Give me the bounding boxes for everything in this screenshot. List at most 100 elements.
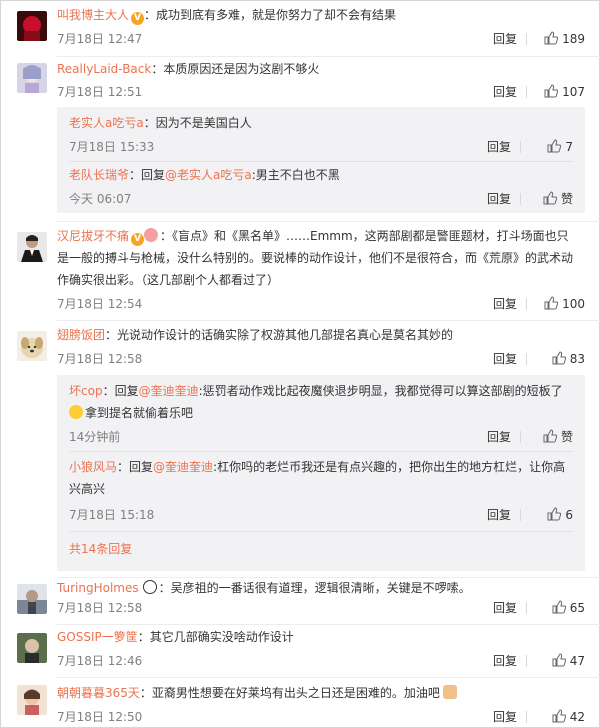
- reply-text: 拿到提名就偷着乐吧: [85, 406, 194, 420]
- thumbs-up-icon: [552, 351, 566, 365]
- like-button[interactable]: 42: [552, 707, 585, 727]
- like-button[interactable]: 189: [544, 29, 585, 49]
- comment-time: 7月18日 12:46: [57, 654, 143, 668]
- separator: [69, 161, 573, 162]
- divider: [526, 298, 527, 310]
- like-button[interactable]: 47: [552, 651, 585, 671]
- reply-button[interactable]: 回复: [493, 29, 517, 49]
- comment-time: 7月18日 12:47: [57, 32, 143, 46]
- comment-time: 7月18日 12:51: [57, 85, 143, 99]
- reply-item: 小狼风马：回复@奎迪奎迪:杠你吗的老烂币我还是有点兴趣的，把你出生的地方杠烂，让…: [69, 455, 573, 527]
- comment-text: ：《盲点》和《黑名单》……Emmm，这两部剧都是警匪题材，打斗场面也只: [160, 229, 569, 243]
- separator: [69, 531, 573, 532]
- mention-link[interactable]: @奎迪奎迪: [153, 460, 213, 474]
- smile-emoji-icon: [69, 405, 83, 419]
- thumbs-up-icon: [544, 296, 559, 310]
- like-count: 100: [562, 297, 585, 311]
- like-button[interactable]: 83: [552, 349, 585, 369]
- reply-button[interactable]: 回复: [487, 427, 511, 447]
- reply-box: 坏cop：回复@奎迪奎迪:惩罚者动作戏比起夜魔侠退步明显，我都觉得可以算这部剧的…: [57, 375, 585, 571]
- comment-time: 7月18日 12:58: [57, 601, 143, 615]
- reply-item: 坏cop：回复@奎迪奎迪:惩罚者动作戏比起夜魔侠退步明显，我都觉得可以算这部剧的…: [69, 379, 573, 449]
- separator: [69, 451, 573, 452]
- comment-list: 叫我博主大人 V ：成功到底有多难，就是你努力了却不会有结果 7月18日 12:47…: [0, 0, 600, 728]
- verified-v-icon: V: [131, 12, 145, 25]
- emoji-icon: [144, 228, 159, 242]
- avatar[interactable]: [17, 63, 47, 93]
- reply-box: 老实人a吃亏a：因为不是美国白人 7月18日 15:33 回复 7 老队长瑞爷 ：…: [57, 107, 585, 213]
- comment-username[interactable]: 叫我博主大人: [57, 8, 129, 22]
- reply-item: 老实人a吃亏a：因为不是美国白人 7月18日 15:33 回复 7: [69, 111, 573, 159]
- like-count: 107: [562, 85, 585, 99]
- reply-text: :惩罚者动作戏比起夜魔侠退步明显，我都觉得可以算这部剧的短板了: [198, 384, 563, 398]
- mention-link[interactable]: @老实人a吃亏a: [165, 168, 252, 182]
- reply-text: 兴高兴: [69, 482, 106, 496]
- thumbs-up-icon: [552, 600, 566, 614]
- avatar[interactable]: [17, 584, 47, 614]
- reply-button[interactable]: 回复: [493, 349, 517, 369]
- separator: [57, 221, 600, 222]
- comment-username[interactable]: 朝朝暮暮365天: [57, 686, 140, 700]
- separator: [57, 624, 600, 625]
- comment-time: 7月18日 12:50: [57, 710, 143, 724]
- reply-button[interactable]: 回复: [493, 82, 517, 102]
- comment-username[interactable]: 翅膀饭团: [57, 328, 105, 342]
- reply-time: 今天 06:07: [69, 192, 132, 206]
- reply-button[interactable]: 回复: [487, 189, 511, 209]
- reply-button[interactable]: 回复: [493, 651, 517, 671]
- avatar[interactable]: [17, 11, 47, 41]
- thumbs-up-icon: [552, 709, 566, 723]
- divider: [520, 509, 521, 521]
- reply-button[interactable]: 回复: [487, 505, 511, 525]
- comment-username[interactable]: ReallyLaid-Back: [57, 62, 151, 76]
- comment-text: ：其它几部确实没啥动作设计: [137, 630, 294, 644]
- like-button[interactable]: 100: [544, 294, 585, 314]
- more-replies-link[interactable]: 共14条回复: [69, 539, 132, 559]
- like-count: 7: [565, 140, 573, 154]
- reply-button[interactable]: 回复: [493, 294, 517, 314]
- like-button[interactable]: 65: [552, 598, 585, 618]
- like-button[interactable]: 赞: [543, 189, 573, 209]
- comment-text: ：本质原因还是因为这剧不够火: [151, 62, 320, 76]
- mention-link[interactable]: @奎迪奎迪: [139, 384, 199, 398]
- reply-text: :男主不白也不黑: [251, 168, 340, 182]
- comment-username[interactable]: 汉尼拔牙不痛: [57, 229, 129, 243]
- reply-button[interactable]: 回复: [487, 137, 511, 157]
- avatar[interactable]: [17, 232, 47, 262]
- reply-item: 老队长瑞爷：回复@老实人a吃亏a:男主不白也不黑 今天 06:07 回复 赞: [69, 163, 573, 211]
- reply-username[interactable]: 老实人a吃亏a: [69, 116, 144, 130]
- avatar[interactable]: [17, 331, 47, 361]
- reply-username[interactable]: 老队长瑞爷: [69, 168, 129, 182]
- thumbs-up-icon: [547, 507, 562, 521]
- reply-button[interactable]: 回复: [493, 707, 517, 727]
- comment-username[interactable]: GOSSIP一箩筐: [57, 630, 138, 644]
- divider: [520, 141, 521, 153]
- like-button[interactable]: 107: [544, 82, 585, 102]
- like-button[interactable]: 6: [547, 505, 573, 525]
- like-count: 65: [569, 601, 585, 615]
- like-count: 赞: [560, 430, 573, 444]
- like-button[interactable]: 7: [547, 137, 573, 157]
- comment-username[interactable]: TuringHolmes: [57, 581, 139, 595]
- reply-username[interactable]: 坏cop: [69, 384, 103, 398]
- like-count: 赞: [560, 192, 573, 206]
- reply-text: :杠你吗的老烂币我还是有点兴趣的，把你出生的地方杠烂，让你高: [213, 460, 566, 474]
- divider: [526, 711, 527, 723]
- thumbs-up-icon: [544, 84, 559, 98]
- comment-time: 7月18日 12:58: [57, 352, 143, 366]
- like-count: 47: [569, 654, 585, 668]
- like-button[interactable]: 赞: [543, 427, 573, 447]
- thumbs-up-icon: [547, 139, 562, 153]
- avatar[interactable]: [17, 685, 47, 715]
- avatar[interactable]: [17, 633, 47, 663]
- divider: [520, 431, 521, 443]
- comment-text: 是一般的搏斗与枪械，没什么特别的。要说棒的动作设计，他们不是很符合，而《荒原》的…: [57, 251, 574, 265]
- separator: [57, 320, 600, 321]
- divider: [526, 86, 527, 98]
- reply-text: ：因为不是美国白人: [143, 116, 252, 130]
- comment-text: ：光说动作设计的话确实除了权游其他几部提名真心是莫名其妙的: [105, 328, 454, 342]
- reply-username[interactable]: 小狼风马: [69, 460, 117, 474]
- like-count: 189: [562, 32, 585, 46]
- reply-button[interactable]: 回复: [493, 598, 517, 618]
- thumbs-up-icon: [543, 191, 557, 205]
